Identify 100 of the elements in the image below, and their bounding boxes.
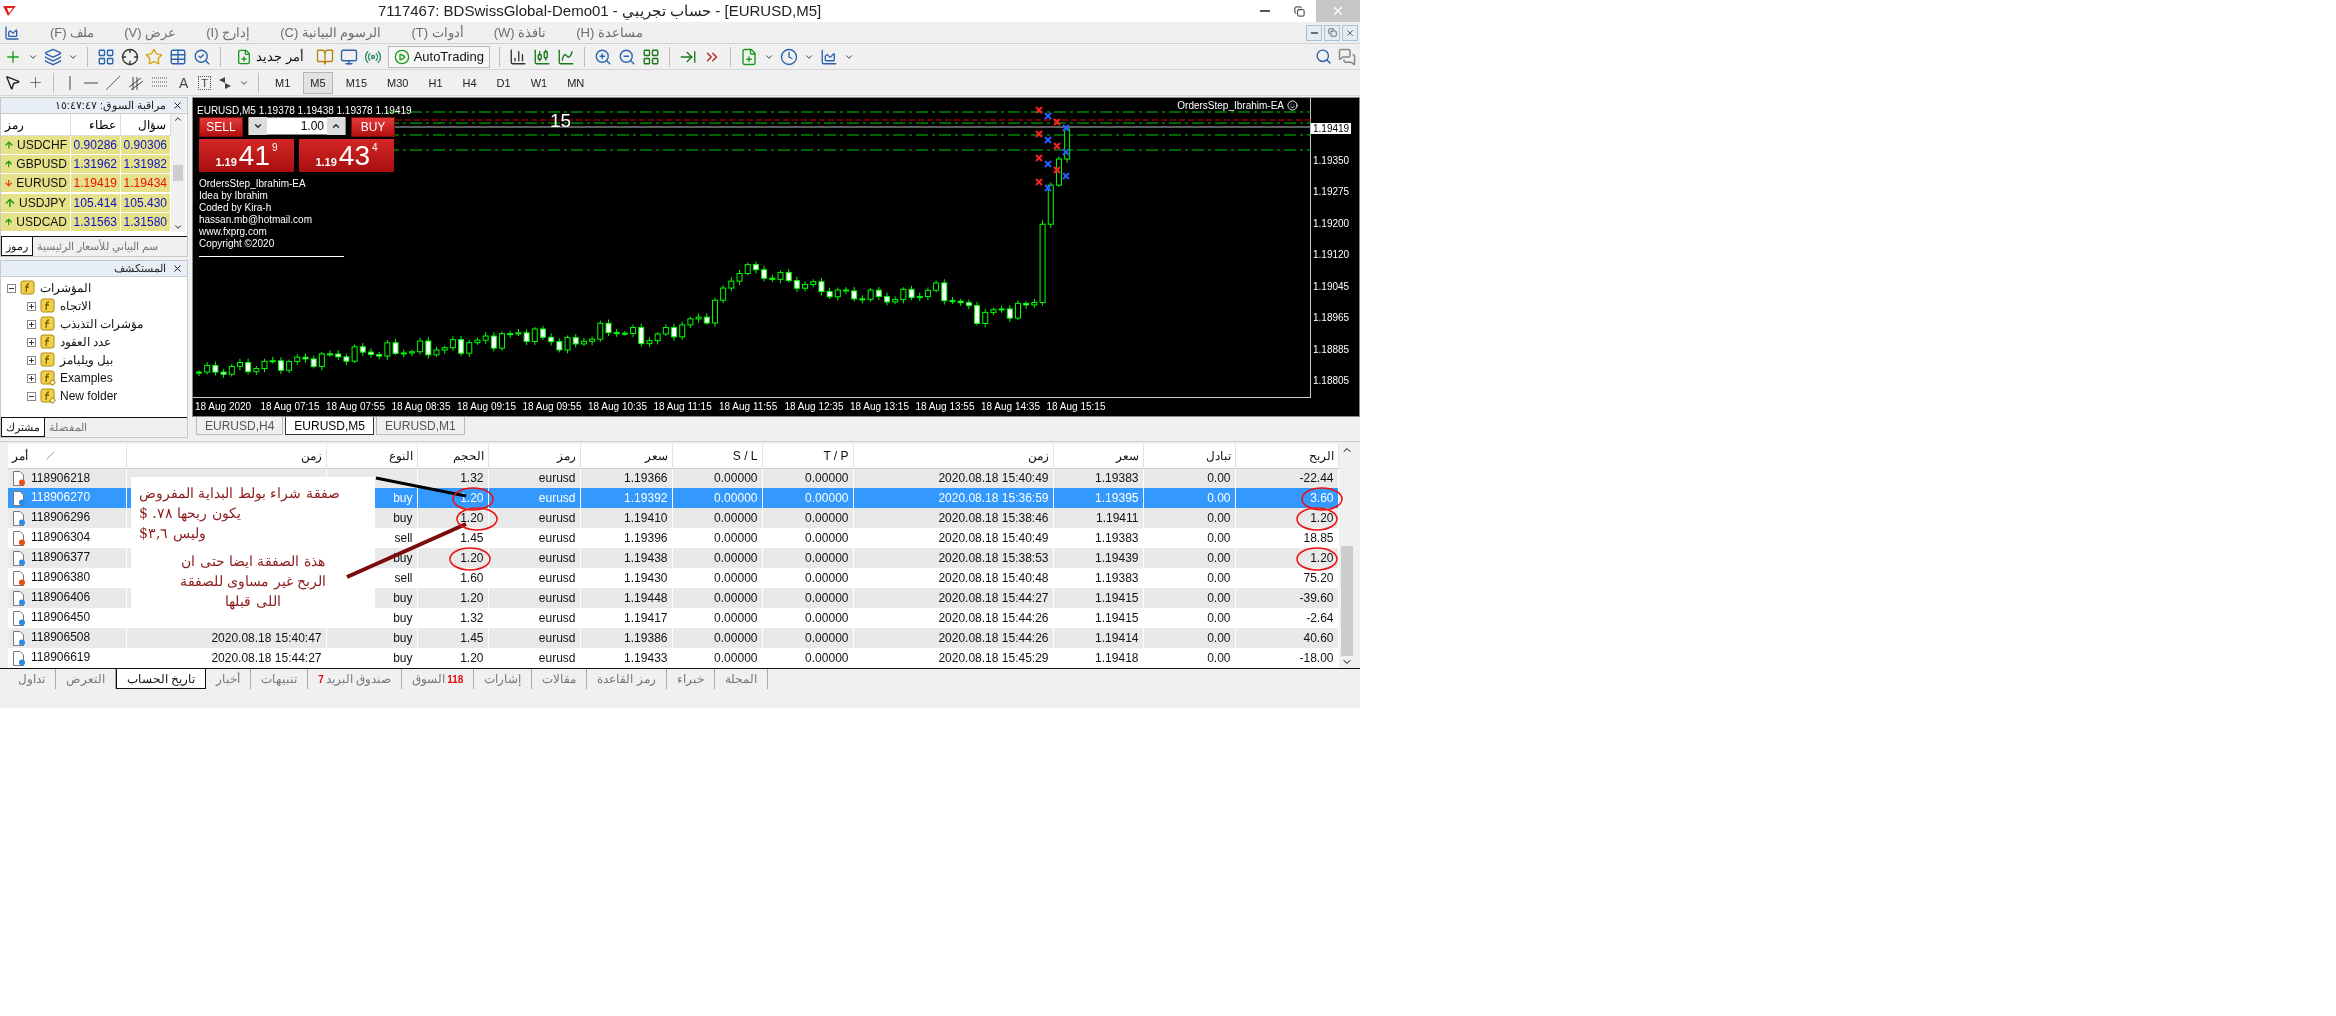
terminal-tab[interactable]: تداول xyxy=(8,669,56,689)
period-button[interactable]: H4 xyxy=(455,71,484,94)
symbol-cell[interactable]: EURUSD xyxy=(1,174,71,194)
column-header[interactable]: T / P xyxy=(762,444,853,468)
column-header[interactable]: النوع xyxy=(326,444,417,468)
table-cell: 1.32 xyxy=(460,471,484,486)
terminal-tab[interactable]: التعرض xyxy=(56,669,116,689)
period-button[interactable]: H1 xyxy=(421,71,450,94)
tree-item[interactable]: الاتجاه xyxy=(60,299,91,313)
table-cell: eurusd xyxy=(538,551,576,565)
table-cell: 0.00 xyxy=(1207,471,1231,486)
table-cell: 1.19383 xyxy=(1095,531,1139,545)
menu-item[interactable]: مساعدة (H) xyxy=(576,25,643,40)
symbol-name: GBPUSD xyxy=(16,157,67,172)
menu-item[interactable]: عرض (V) xyxy=(124,25,177,40)
column-header[interactable]: الربح xyxy=(1235,444,1338,468)
table-cell: 0.00000 xyxy=(805,531,849,545)
info-text: www.fxprg.com xyxy=(199,226,268,238)
symbol-cell[interactable]: USDJPY xyxy=(1,193,71,213)
table-cell: sell xyxy=(394,531,413,545)
table-cell: 1.20 xyxy=(460,511,484,525)
column-header[interactable]: زمن xyxy=(126,444,326,468)
column-header[interactable]: الحجم xyxy=(417,444,488,468)
table-cell: 0.00 xyxy=(1207,571,1231,585)
text-tool[interactable]: A xyxy=(175,74,193,91)
period-button[interactable]: M30 xyxy=(380,71,416,94)
table-cell: 1.19439 xyxy=(1095,551,1139,565)
terminal-tab[interactable]: خبراء xyxy=(666,669,715,689)
tree-item[interactable]: Examples xyxy=(60,371,113,385)
time-label: 18 Aug 2020 xyxy=(195,400,253,414)
column-header[interactable]: سعر xyxy=(1053,444,1143,468)
panel-tab[interactable]: سم البياني للأسعار الرئيسية xyxy=(33,237,163,256)
tree-item[interactable]: مؤشرات التذبذب xyxy=(60,317,144,331)
lot-size-field[interactable]: 1.00 xyxy=(248,117,346,135)
column-header[interactable]: أمر xyxy=(8,444,126,468)
autotrading-button[interactable]: AutoTrading xyxy=(387,45,490,68)
bid-cell: 105.414 xyxy=(71,193,121,213)
terminal-tab[interactable]: تاريخ الحساب xyxy=(116,669,207,689)
panel-tab[interactable]: رموز xyxy=(1,237,33,256)
table-cell: eurusd xyxy=(538,611,576,625)
table-cell: buy xyxy=(393,651,413,665)
column-header[interactable]: سعر xyxy=(580,444,672,468)
menu-item[interactable]: ملف (F) xyxy=(50,25,95,40)
time-label: 18 Aug 07:15 xyxy=(260,400,321,414)
table-cell: 1.20 xyxy=(1310,511,1334,525)
terminal-tab[interactable]: المجلة xyxy=(714,669,768,689)
panel-tab[interactable]: مشترك xyxy=(1,418,45,437)
column-header[interactable]: S / L xyxy=(672,444,762,468)
chart-tab[interactable]: EURUSD,H4 xyxy=(196,417,284,435)
table-cell: 2020.08.18 15:44:27 xyxy=(938,591,1049,605)
tree-item[interactable]: New folder xyxy=(60,389,118,403)
menu-item[interactable]: أدوات (T) xyxy=(411,25,464,40)
text-label-tool[interactable]: T xyxy=(198,75,212,90)
table-cell: buy xyxy=(393,511,413,525)
terminal-tab[interactable]: إشارات xyxy=(474,669,533,689)
menu-item[interactable]: الرسوم البيانية (C) xyxy=(280,25,382,40)
bid-cell: 0.90286 xyxy=(71,136,121,156)
table-cell: -22.44 xyxy=(1299,471,1334,486)
price-label: 1.19350 xyxy=(1312,154,1351,166)
table-cell: 1.19448 xyxy=(624,591,668,605)
column-header[interactable]: تبادل xyxy=(1143,444,1235,468)
symbol-cell[interactable]: GBPUSD xyxy=(1,155,71,175)
table-cell: 1.45 xyxy=(460,631,484,645)
buy-button[interactable]: BUY xyxy=(351,117,395,137)
table-cell: 118906304 xyxy=(31,530,91,545)
tree-item[interactable]: المؤشرات xyxy=(40,281,91,295)
table-cell: 75.20 xyxy=(1303,571,1334,585)
table-cell: 0.00000 xyxy=(805,651,849,665)
table-row[interactable]: 118906619 2020.08.18 15:44:27 buy 1.20 eurusd 1.19433 0.00000 0.00000 2020.08.18 15:45:29 1.19418 0.00 -18.00 xyxy=(8,648,1338,668)
table-cell: 0.00000 xyxy=(805,611,849,625)
period-button[interactable]: M15 xyxy=(338,71,375,94)
window-title: 7117467: BDSwissGlobal-Demo01 - حساب تجريبي - [EURUSD,M5] xyxy=(377,2,823,20)
price-label: 1.19419 xyxy=(1311,123,1352,135)
period-button[interactable]: M1 xyxy=(268,71,298,94)
period-button[interactable]: M5 xyxy=(303,71,333,94)
menu-item[interactable]: نافذة (W) xyxy=(493,25,547,40)
terminal-tab[interactable]: مقالات xyxy=(532,669,588,689)
table-cell: 0.00000 xyxy=(805,511,849,525)
tree-item[interactable]: بيل ويليامز xyxy=(60,353,114,367)
sell-button[interactable]: SELL xyxy=(199,117,243,137)
menu-item[interactable]: إدارج (I) xyxy=(206,25,251,40)
period-button[interactable]: W1 xyxy=(523,71,555,94)
terminal-tab[interactable]: رمز القاعدة xyxy=(587,669,667,689)
terminal-tab[interactable]: تنبيهات xyxy=(251,669,309,689)
counter-text: 15 xyxy=(550,110,572,131)
table-cell: 1.19383 xyxy=(1095,471,1139,486)
column-header[interactable]: زمن xyxy=(853,444,1053,468)
new-order-button[interactable]: أمر جديد xyxy=(230,45,310,68)
chart-tab[interactable]: EURUSD,M5 xyxy=(285,417,375,435)
price-label: 1.19275 xyxy=(1312,186,1351,198)
table-cell: 2020.08.18 15:45:29 xyxy=(938,651,1049,665)
column-header[interactable]: رمز xyxy=(488,444,580,468)
tree-item[interactable]: عدد العقود xyxy=(60,335,112,349)
table-row[interactable]: 118906508 2020.08.18 15:40:47 buy 1.45 eurusd 1.19386 0.00000 0.00000 2020.08.18 15:44:26 1.19414 0.00 40.60 xyxy=(8,628,1338,648)
period-button[interactable]: D1 xyxy=(489,71,518,94)
period-button[interactable]: MN xyxy=(560,71,592,94)
symbol-cell[interactable]: USDCHF xyxy=(1,136,71,156)
table-cell: 118906380 xyxy=(31,570,91,585)
chart-tab[interactable]: EURUSD,M1 xyxy=(376,417,465,435)
panel-tab[interactable]: المفضلة xyxy=(45,418,91,437)
